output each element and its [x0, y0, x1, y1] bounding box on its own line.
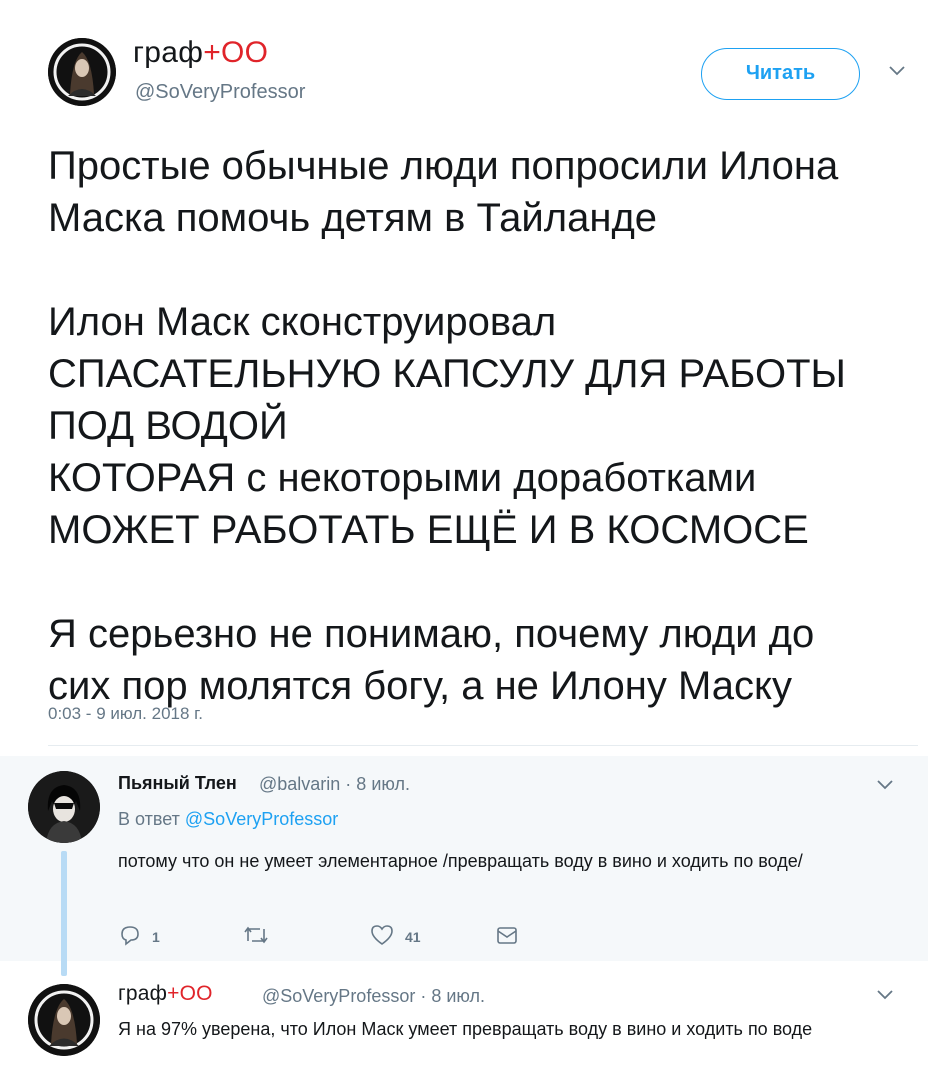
tweet-paragraph: Илон Маск сконструировал СПАСАТЕЛЬНУЮ КА… — [48, 296, 918, 556]
retweet-icon — [242, 924, 270, 949]
reply-handle-and-date[interactable]: @SoVeryProfessor · 8 июл. — [262, 986, 485, 1007]
author-display-name[interactable]: граф+OO — [133, 36, 268, 70]
divider — [48, 745, 918, 746]
red-cross-emoji: + — [167, 982, 180, 1005]
replying-to: В ответ @SoVeryProfessor — [118, 809, 338, 830]
tweet-line: МОЖЕТ РАБОТАТЬ ЕЩЁ И В КОСМОСЕ — [48, 508, 809, 552]
tweet-paragraph: Простые обычные люди попросили Илона Мас… — [48, 140, 918, 244]
author-handle[interactable]: @SoVeryProfessor — [135, 81, 305, 104]
chevron-down-icon[interactable] — [876, 988, 894, 1006]
red-cross-emoji: + — [203, 36, 222, 69]
rings-emoji: OO — [179, 982, 213, 1005]
chevron-down-icon[interactable] — [888, 64, 906, 82]
tweet-line: Простые обычные люди попросили Илона — [48, 144, 839, 188]
tweet-line: КОТОРАЯ с некоторыми доработками — [48, 456, 757, 500]
tweet-line: Я серьезно не понимаю, почему люди до — [48, 612, 815, 656]
direct-message-icon — [495, 925, 519, 950]
author-avatar[interactable] — [48, 38, 116, 106]
follow-button[interactable]: Читать — [701, 48, 860, 100]
reply-handle-and-date[interactable]: @balvarin · 8 июл. — [259, 774, 410, 795]
reply-author-name[interactable]: Пьяный Тлен — [118, 773, 237, 794]
author-name-text: граф — [118, 982, 168, 1005]
tweet-text: Простые обычные люди попросили Илона Мас… — [48, 140, 918, 712]
rings-emoji: OO — [221, 36, 269, 69]
thread-connector-line — [61, 851, 67, 976]
tweet-timestamp[interactable]: 0:03 - 9 июл. 2018 г. — [48, 704, 203, 724]
like-count: 41 — [405, 928, 421, 945]
replying-to-mention[interactable]: @SoVeryProfessor — [185, 809, 338, 829]
reply-text: потому что он не умеет элементарное /пре… — [118, 851, 803, 871]
like-button[interactable]: 41 — [369, 923, 421, 950]
reply-author-name[interactable]: граф+OO — [118, 982, 213, 1006]
tweet-line: Илон Маск сконструировал — [48, 300, 557, 344]
reply-icon — [118, 923, 142, 950]
chevron-down-icon[interactable] — [876, 778, 894, 796]
retweet-button[interactable] — [242, 924, 280, 949]
tweet-paragraph: Я серьезно не понимаю, почему люди до си… — [48, 608, 918, 712]
tweet-line: СПАСАТЕЛЬНУЮ КАПСУЛУ ДЛЯ РАБОТЫ — [48, 352, 846, 396]
replying-to-label: В ответ — [118, 809, 180, 829]
reply-author-avatar[interactable] — [28, 771, 100, 843]
author-name-text: граф — [133, 36, 204, 69]
tweet-line: Маска помочь детям в Тайланде — [48, 196, 658, 240]
reply-author-avatar[interactable] — [28, 984, 100, 1056]
reply-text: Я на 97% уверена, что Илон Маск умеет пр… — [118, 1019, 813, 1039]
tweet-line: ПОД ВОДОЙ — [48, 404, 288, 448]
direct-message-button[interactable] — [495, 925, 519, 950]
reply-count: 1 — [152, 928, 160, 945]
like-icon — [369, 923, 395, 950]
reply-button[interactable]: 1 — [118, 923, 160, 950]
